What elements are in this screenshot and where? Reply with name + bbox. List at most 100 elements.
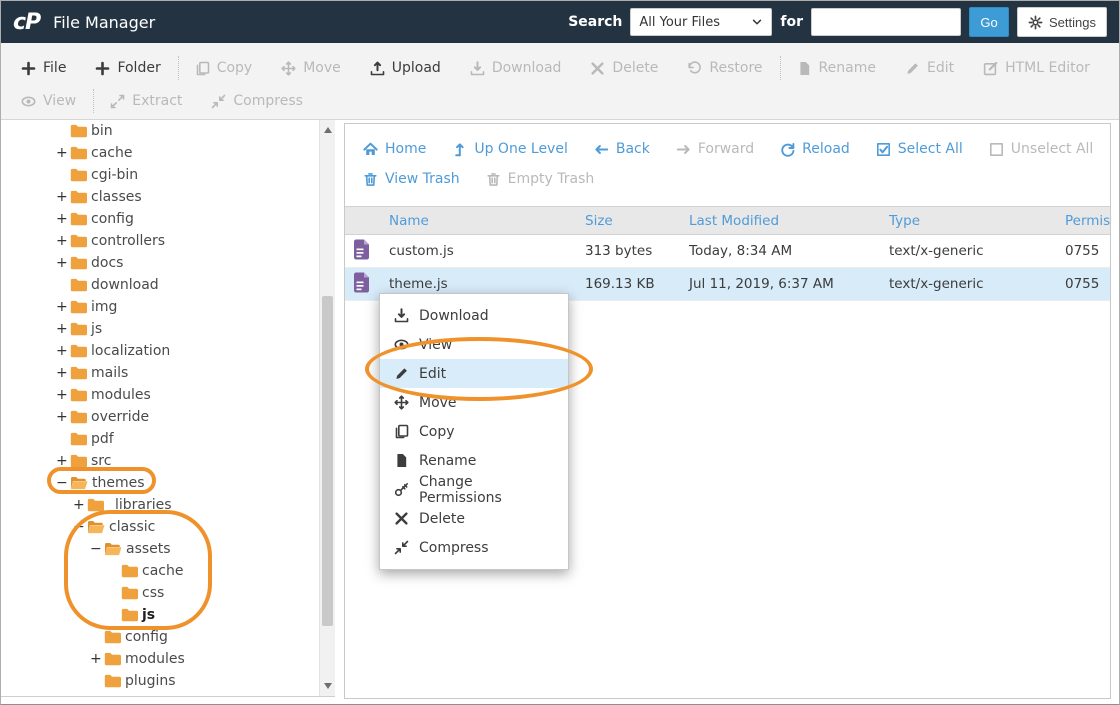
tree-item-js[interactable]: js	[1, 604, 319, 626]
context-menu-item-rename[interactable]: Rename	[380, 446, 568, 475]
nav-empty-trash-button[interactable]: Empty Trash	[486, 171, 595, 187]
tree-item-cache[interactable]: +cache	[1, 142, 319, 164]
tree-item-bin[interactable]: bin	[1, 120, 319, 142]
tree-item-controllers[interactable]: +controllers	[1, 230, 319, 252]
toolbar-view-button[interactable]: View	[21, 93, 76, 109]
tree-toggle-plus-icon[interactable]: +	[56, 299, 70, 315]
column-header-name[interactable]: Name	[381, 207, 577, 235]
scrollbar-down-arrow[interactable]	[320, 678, 335, 694]
context-menu-item-download[interactable]: Download	[380, 301, 568, 330]
tree-toggle-minus-icon[interactable]: −	[90, 541, 104, 557]
nav-unselect-all-button[interactable]: Unselect All	[989, 141, 1094, 157]
tree-toggle-minus-icon[interactable]: −	[56, 475, 70, 491]
tree-toggle-plus-icon[interactable]: +	[56, 321, 70, 337]
toolbar-copy-button[interactable]: Copy	[195, 60, 253, 76]
nav-up-one-level-button[interactable]: Up One Level	[452, 141, 568, 157]
tree-toggle-plus-icon[interactable]: +	[56, 211, 70, 227]
tree-toggle-plus-icon[interactable]: +	[56, 453, 70, 469]
column-header-size[interactable]: Size	[577, 207, 681, 235]
nav-row-1: Home Up One Level Back Forward Reload Select …	[363, 134, 1092, 164]
tree-item-config[interactable]: config	[1, 626, 319, 648]
tree-toggle-plus-icon[interactable]: +	[56, 343, 70, 359]
nav-forward-button[interactable]: Forward	[676, 141, 754, 157]
toolbar-restore-button[interactable]: Restore	[687, 60, 762, 76]
nav-label: Up One Level	[474, 141, 568, 157]
nav-select-all-button[interactable]: Select All	[876, 141, 963, 157]
tree-toggle-plus-icon[interactable]: +	[56, 255, 70, 271]
toolbar-move-button[interactable]: Move	[281, 60, 341, 76]
file-row-custom-js[interactable]: custom.js313 bytesToday, 8:34 AMtext/x-g…	[345, 235, 1110, 268]
tree-item-assets[interactable]: −assets	[1, 538, 319, 560]
context-menu-item-view[interactable]: View	[380, 330, 568, 359]
tree-item-download[interactable]: download	[1, 274, 319, 296]
scrollbar-up-arrow[interactable]	[320, 122, 335, 138]
toolbar-html-editor-button[interactable]: HTML Editor	[983, 60, 1090, 76]
context-menu-item-edit[interactable]: Edit	[380, 359, 568, 388]
go-button[interactable]: Go	[969, 7, 1009, 37]
xmark-icon	[590, 61, 605, 76]
context-menu-item-delete[interactable]: Delete	[380, 504, 568, 533]
uparrow-icon	[452, 142, 467, 157]
toolbar-extract-button[interactable]: Extract	[110, 93, 182, 109]
tree-toggle-plus-icon[interactable]: +	[90, 695, 104, 696]
tree-toggle-plus-icon[interactable]: +	[56, 365, 70, 381]
column-header-type[interactable]: Type	[881, 207, 1057, 235]
toolbar-compress-button[interactable]: Compress	[211, 93, 303, 109]
tree-item-css[interactable]: css	[1, 582, 319, 604]
tree-item-localization[interactable]: +localization	[1, 340, 319, 362]
tree-item-label: pdf	[91, 431, 114, 447]
tree-scrollbar[interactable]	[319, 120, 335, 696]
nav-reload-button[interactable]: Reload	[780, 141, 850, 157]
toolbar-delete-button[interactable]: Delete	[590, 60, 658, 76]
tree-item-modules[interactable]: +modules	[1, 648, 319, 670]
context-menu-item-copy[interactable]: Copy	[380, 417, 568, 446]
tree-item-classes[interactable]: +classes	[1, 186, 319, 208]
scrollbar-thumb[interactable]	[322, 296, 333, 626]
column-header-permissions[interactable]: Permissions	[1057, 207, 1110, 235]
toolbar-download-button[interactable]: Download	[470, 60, 562, 76]
tree-toggle-plus-icon[interactable]: +	[56, 387, 70, 403]
context-menu-item-compress[interactable]: Compress	[380, 533, 568, 562]
tree-item-docs[interactable]: +docs	[1, 252, 319, 274]
tree-item-libraries[interactable]: +_libraries	[1, 494, 319, 516]
nav-view-trash-button[interactable]: View Trash	[363, 171, 460, 187]
tree-toggle-plus-icon[interactable]: +	[56, 189, 70, 205]
tree-item-cache[interactable]: cache	[1, 560, 319, 582]
toolbar-rename-button[interactable]: Rename	[797, 60, 876, 76]
toolbar-folder-button[interactable]: Folder	[95, 60, 160, 76]
tree-item-modules[interactable]: +modules	[1, 384, 319, 406]
column-header-last-modified[interactable]: Last Modified	[681, 207, 881, 235]
toolbar-file-button[interactable]: File	[21, 60, 66, 76]
tree-item-classic[interactable]: −classic	[1, 516, 319, 538]
toolbar-edit-button[interactable]: Edit	[905, 60, 954, 76]
tree-item-override[interactable]: +override	[1, 406, 319, 428]
tree-item-plugins[interactable]: plugins	[1, 670, 319, 692]
search-input[interactable]	[811, 8, 961, 36]
settings-button[interactable]: Settings	[1017, 7, 1107, 37]
tree-item-img[interactable]: +img	[1, 296, 319, 318]
search-scope-select[interactable]: All Your Files	[630, 8, 772, 36]
tree-toggle-plus-icon[interactable]: +	[90, 651, 104, 667]
tree-toggle-minus-icon[interactable]: −	[73, 519, 87, 535]
file-permissions: 0755	[1057, 268, 1110, 301]
tree-item-cgi-bin[interactable]: cgi-bin	[1, 164, 319, 186]
toolbar-upload-button[interactable]: Upload	[370, 60, 441, 76]
tree-toggle-plus-icon[interactable]: +	[73, 497, 87, 513]
context-menu-item-move[interactable]: Move	[380, 388, 568, 417]
tree-item-src[interactable]: + src	[1, 450, 319, 472]
tree-item-label: src	[91, 453, 111, 469]
tree-item-themes[interactable]: −themes	[1, 472, 319, 494]
tree-toggle-plus-icon[interactable]: +	[56, 233, 70, 249]
tree-toggle-plus-icon[interactable]: +	[56, 145, 70, 161]
tree-item-templates[interactable]: +templates	[1, 692, 319, 696]
tree-item-config[interactable]: +config	[1, 208, 319, 230]
tree-toggle-plus-icon[interactable]: +	[56, 409, 70, 425]
tree-item-mails[interactable]: +mails	[1, 362, 319, 384]
folder-closed-icon	[70, 168, 87, 182]
nav-home-button[interactable]: Home	[363, 141, 426, 157]
tree-item-js[interactable]: +js	[1, 318, 319, 340]
plus-icon	[95, 61, 110, 76]
tree-item-pdf[interactable]: pdf	[1, 428, 319, 450]
context-menu-item-change-permissions[interactable]: Change Permissions	[380, 475, 568, 504]
nav-back-button[interactable]: Back	[594, 141, 650, 157]
